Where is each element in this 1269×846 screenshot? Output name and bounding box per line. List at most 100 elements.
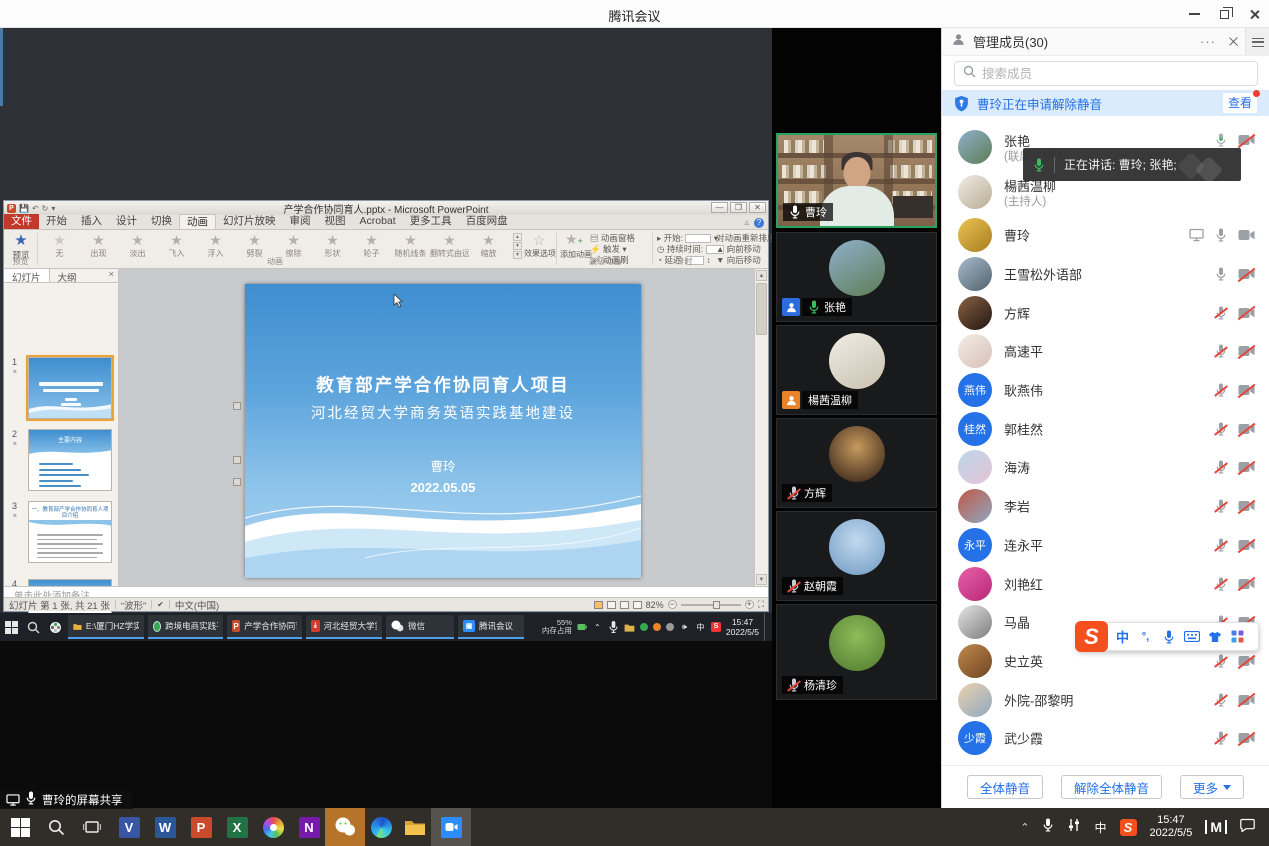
slide-title[interactable]: 教育部产学合作协同育人项目 [245, 372, 641, 397]
normal-view-icon[interactable] [594, 601, 603, 609]
ppt-minimize-button[interactable]: — [711, 202, 728, 213]
taskbar-explorer-icon[interactable] [395, 808, 435, 846]
taskbar-powerpoint-icon[interactable]: P [181, 808, 221, 846]
camera-off-icon[interactable] [1238, 268, 1255, 280]
ppt-tab-更多工具[interactable]: 更多工具 [403, 214, 459, 229]
mic-muted-icon[interactable] [1215, 693, 1227, 707]
video-tile-张艳[interactable]: 张艳 [776, 232, 937, 322]
tray-ime-indicator[interactable]: 中 [1094, 819, 1106, 836]
taskbar-window-5[interactable]: ▣腾讯会议 [458, 615, 524, 639]
camera-off-icon[interactable] [1238, 461, 1255, 473]
view-request-button[interactable]: 查看 [1223, 93, 1257, 113]
animation-出现[interactable]: ★出现 [79, 232, 118, 259]
mic-muted-icon[interactable] [1215, 654, 1227, 668]
move-earlier-button[interactable]: ▲ 向前移动 [716, 244, 776, 255]
undo-icon[interactable]: ↶ [32, 204, 39, 213]
taskbar-wheel-icon[interactable] [253, 808, 293, 846]
animation-tag[interactable] [233, 478, 241, 486]
shared-start-button[interactable] [0, 613, 22, 641]
slideshow-view-icon[interactable] [633, 601, 642, 609]
camera-off-icon[interactable] [1238, 423, 1255, 435]
slide-thumbnail-1[interactable]: 1✶ [28, 357, 112, 419]
help-icon[interactable]: ? [754, 218, 764, 228]
slide-date[interactable]: 2022.05.05 [245, 480, 641, 495]
camera-off-icon[interactable] [1238, 345, 1255, 357]
ppt-tab-文件[interactable]: 文件 [4, 214, 39, 229]
gallery-scroll[interactable]: ▲▼▼ [513, 233, 522, 260]
slide-author[interactable]: 曹玲 [245, 456, 641, 475]
current-slide[interactable]: 教育部产学合作协同育人项目 河北经贸大学商务英语实践基地建设 曹玲 2022.0… [245, 284, 641, 578]
camera-off-icon[interactable] [1238, 655, 1255, 667]
ppt-tab-Acrobat[interactable]: Acrobat [353, 214, 403, 229]
mic-muted-icon[interactable] [1215, 499, 1227, 513]
ppt-tab-百度网盘[interactable]: 百度网盘 [459, 214, 515, 229]
save-icon[interactable]: 💾 [19, 204, 29, 213]
taskbar-wechat-icon[interactable] [325, 808, 365, 846]
animation-淡出[interactable]: ★淡出 [118, 232, 157, 259]
mic-muted-icon[interactable] [1215, 383, 1227, 397]
ppt-tab-动画[interactable]: 动画 [179, 214, 216, 229]
zoom-out-button[interactable]: − [668, 600, 677, 609]
mic-on-icon[interactable] [1215, 228, 1227, 242]
taskbar-onenote-icon[interactable]: N [289, 808, 329, 846]
search-box[interactable] [954, 61, 1258, 86]
sorter-view-icon[interactable] [607, 601, 616, 609]
camera-off-icon[interactable] [1238, 134, 1255, 146]
notification-center-icon[interactable] [1240, 818, 1255, 837]
shared-pinwheel-icon[interactable] [44, 613, 66, 641]
taskbar-meeting-icon[interactable] [431, 808, 471, 846]
trigger-button[interactable]: ⚡ 触发 ▾ [590, 244, 635, 255]
tray-mixer-icon[interactable] [1067, 818, 1081, 837]
ime-punct-icon[interactable]: °, [1134, 626, 1157, 648]
mic-on-icon[interactable] [1215, 267, 1227, 281]
video-tile-方辉[interactable]: 方辉 [776, 418, 937, 508]
ime-mode-toggle[interactable]: 中 [1111, 626, 1134, 648]
解除全体静音-button[interactable]: 解除全体静音 [1061, 775, 1162, 799]
tray-sogou-icon[interactable]: S [1120, 819, 1137, 836]
tab-slides[interactable]: 幻灯片 [4, 269, 50, 282]
member-row-刘艳红[interactable]: 刘艳红 [942, 564, 1269, 603]
tile-mic-icon[interactable] [789, 205, 801, 219]
reading-view-icon[interactable] [620, 601, 629, 609]
camera-off-icon[interactable] [1238, 732, 1255, 744]
animation-擦除[interactable]: ★擦除 [274, 232, 313, 259]
mic-muted-icon[interactable] [1215, 306, 1227, 320]
zoom-in-button[interactable]: + [745, 600, 754, 609]
member-row-耿燕伟[interactable]: 燕伟耿燕伟 [942, 371, 1269, 410]
slide-subtitle[interactable]: 河北经贸大学商务英语实践基地建设 [245, 402, 641, 423]
animation-翻转式由远..[interactable]: ★翻转式由远.. [430, 232, 469, 259]
shared-search-icon[interactable] [22, 613, 44, 641]
member-row-武少霞[interactable]: 少霞武少霞 [942, 719, 1269, 758]
qat-dropdown-icon[interactable]: ▾ [51, 204, 55, 213]
ppt-maximize-button[interactable]: ❒ [730, 202, 747, 213]
taskbar-start-icon[interactable] [0, 808, 40, 846]
zoom-slider[interactable] [681, 604, 741, 606]
taskbar-window-3[interactable]: ⤓河北经贸大学实践... [306, 615, 382, 639]
member-row-曹玲[interactable]: 曹玲 [942, 216, 1269, 255]
mic-active-icon[interactable] [1215, 133, 1227, 147]
taskbar-window-1[interactable]: 跨境电商实践平台 ... [148, 615, 223, 639]
maximize-button[interactable] [1209, 0, 1239, 28]
taskbar-window-2[interactable]: P产学合作协同育人.... [227, 615, 302, 639]
mic-muted-icon[interactable] [1215, 538, 1227, 552]
animation-劈裂[interactable]: ★劈裂 [235, 232, 274, 259]
video-tile-杨清珍[interactable]: 杨清珍 [776, 604, 937, 700]
video-tile-楊茜温柳[interactable]: 楊茜温柳 [776, 325, 937, 415]
panel-close-icon[interactable]: × [108, 269, 118, 282]
member-row-连永平[interactable]: 永平连永平 [942, 526, 1269, 565]
maxhub-tray-icon[interactable]: M [1205, 820, 1227, 834]
fit-window-icon[interactable]: ⛶ [758, 599, 764, 610]
member-row-高速平[interactable]: 高速平 [942, 332, 1269, 371]
ppt-tab-设计[interactable]: 设计 [109, 214, 144, 229]
animation-tag[interactable] [233, 456, 241, 464]
更多-button[interactable]: 更多 [1180, 775, 1244, 799]
taskbar-visio-icon[interactable]: V [109, 808, 149, 846]
taskbar-window-0[interactable]: E:\厦门HZ学实践项.. [68, 615, 144, 639]
slide-thumbnail-3[interactable]: 3✶一、教育部产学合作协同育人项目介绍 [28, 501, 112, 563]
ime-grid-icon[interactable] [1226, 626, 1249, 648]
ribbon-collapse-icon[interactable]: ▵ [744, 217, 749, 228]
tile-mic-muted-icon[interactable] [788, 486, 800, 500]
shared-clock[interactable]: 15:472022/5/5 [726, 617, 759, 637]
show-desktop-button[interactable] [764, 613, 768, 641]
mic-muted-icon[interactable] [1215, 460, 1227, 474]
